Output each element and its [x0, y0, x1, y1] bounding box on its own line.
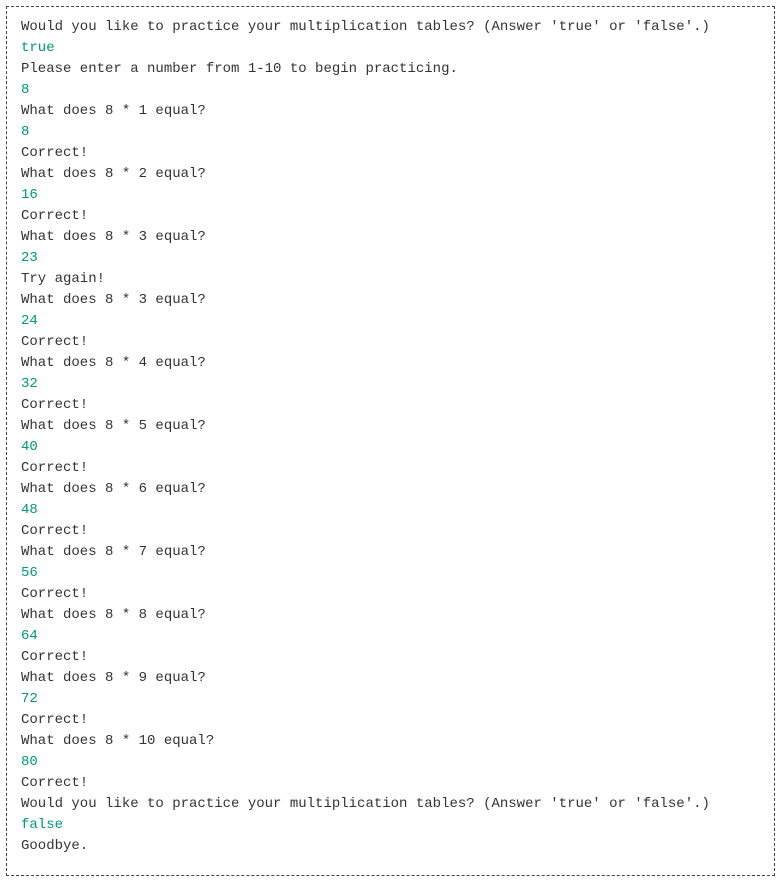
- console-output-line: What does 8 * 4 equal?: [21, 353, 760, 374]
- console-output-line: Would you like to practice your multipli…: [21, 794, 760, 815]
- console-input-line: 48: [21, 500, 760, 521]
- console-input-line: true: [21, 38, 760, 59]
- console-output-line: Would you like to practice your multipli…: [21, 17, 760, 38]
- console-output-line: Correct!: [21, 710, 760, 731]
- console-output-line: Correct!: [21, 647, 760, 668]
- console-output-line: What does 8 * 8 equal?: [21, 605, 760, 626]
- console-output-line: Try again!: [21, 269, 760, 290]
- console-output-line: Correct!: [21, 584, 760, 605]
- console-output-line: What does 8 * 5 equal?: [21, 416, 760, 437]
- console-output-line: Goodbye.: [21, 836, 760, 857]
- console-input-line: 64: [21, 626, 760, 647]
- console-output-line: Correct!: [21, 206, 760, 227]
- console-input-line: 8: [21, 122, 760, 143]
- console-output-line: What does 8 * 9 equal?: [21, 668, 760, 689]
- console-output-line: Correct!: [21, 143, 760, 164]
- console-input-line: 32: [21, 374, 760, 395]
- console-output-box: Would you like to practice your multipli…: [6, 6, 775, 876]
- console-output-line: What does 8 * 2 equal?: [21, 164, 760, 185]
- console-output-line: What does 8 * 7 equal?: [21, 542, 760, 563]
- console-input-line: 56: [21, 563, 760, 584]
- console-output-line: Please enter a number from 1-10 to begin…: [21, 59, 760, 80]
- console-input-line: 24: [21, 311, 760, 332]
- console-input-line: 23: [21, 248, 760, 269]
- console-input-line: false: [21, 815, 760, 836]
- console-output-line: Correct!: [21, 395, 760, 416]
- console-input-line: 8: [21, 80, 760, 101]
- console-output-line: Correct!: [21, 521, 760, 542]
- console-output-line: Correct!: [21, 458, 760, 479]
- console-input-line: 16: [21, 185, 760, 206]
- console-output-line: What does 8 * 10 equal?: [21, 731, 760, 752]
- console-input-line: 80: [21, 752, 760, 773]
- console-output-line: What does 8 * 1 equal?: [21, 101, 760, 122]
- console-output-line: What does 8 * 3 equal?: [21, 227, 760, 248]
- console-input-line: 40: [21, 437, 760, 458]
- console-output-line: Correct!: [21, 332, 760, 353]
- console-input-line: 72: [21, 689, 760, 710]
- console-output-line: What does 8 * 6 equal?: [21, 479, 760, 500]
- console-output-line: What does 8 * 3 equal?: [21, 290, 760, 311]
- console-output-line: Correct!: [21, 773, 760, 794]
